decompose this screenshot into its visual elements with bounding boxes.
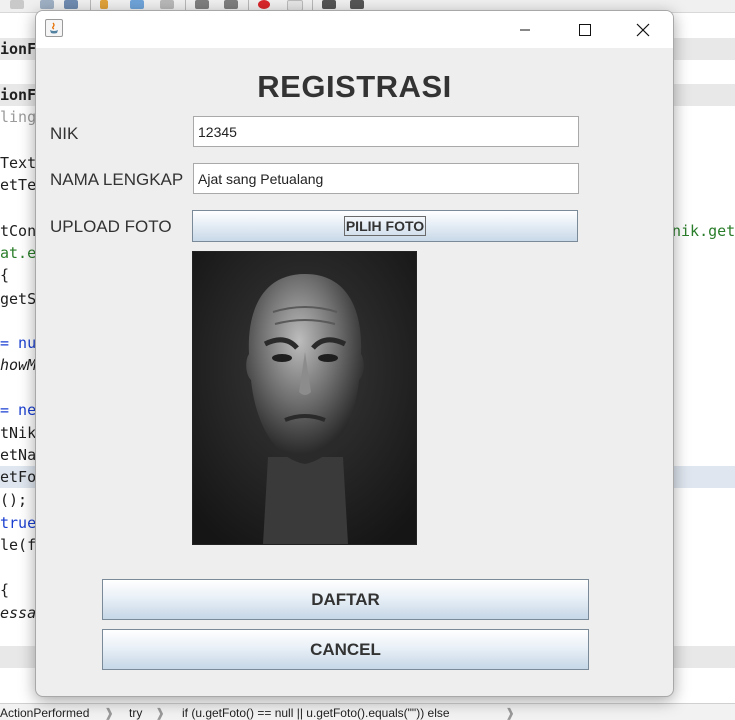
code-fragment: ling xyxy=(0,108,37,126)
page-title: REGISTRASI xyxy=(257,69,452,104)
nama-lengkap-label: NAMA LENGKAP xyxy=(50,170,184,189)
code-fragment: { xyxy=(0,266,10,284)
code-fragment: getS xyxy=(0,290,37,308)
code-fragment: (); xyxy=(0,491,28,509)
code-fragment: at.e xyxy=(0,244,37,262)
daftar-button[interactable]: DAFTAR xyxy=(102,579,589,620)
minimize-icon xyxy=(520,29,530,30)
toolbar-icon[interactable] xyxy=(40,0,54,9)
upload-foto-label: UPLOAD FOTO xyxy=(50,217,172,236)
cancel-button[interactable]: CANCEL xyxy=(102,629,589,670)
breadcrumb-bar: ActionPerformed ❱ try ❱ if (u.getFoto() … xyxy=(0,703,735,720)
registration-dialog: REGISTRASI NIK NAMA LENGKAP UPLOAD FOTO … xyxy=(35,10,674,697)
code-fragment: etFo xyxy=(0,468,37,486)
toolbar-icon[interactable] xyxy=(130,0,144,9)
code-fragment: etTe xyxy=(0,176,37,194)
photo-preview xyxy=(192,251,417,545)
code-fragment: = ne xyxy=(0,401,37,419)
breadcrumb-item[interactable]: if (u.getFoto() == null || u.getFoto().e… xyxy=(182,706,450,720)
toolbar-icon[interactable] xyxy=(224,0,238,9)
java-icon xyxy=(45,19,63,37)
bald-head-portrait xyxy=(193,252,416,544)
close-icon xyxy=(636,23,650,36)
title-bar[interactable] xyxy=(36,11,673,48)
code-fragment: ionF xyxy=(0,86,37,104)
code-fragment: = nu xyxy=(0,334,37,352)
toolbar-icon[interactable] xyxy=(64,0,78,9)
nama-lengkap-field[interactable] xyxy=(193,163,579,194)
pilih-foto-label: PILIH FOTO xyxy=(343,216,427,236)
code-fragment: { xyxy=(0,581,10,599)
code-fragment: nik.get xyxy=(672,222,735,240)
code-fragment: etNa xyxy=(0,446,37,464)
toolbar-icon[interactable] xyxy=(195,0,209,9)
chevron-right-icon: ❱ xyxy=(104,706,115,720)
chevron-right-icon: ❱ xyxy=(155,706,166,720)
toolbar-icon[interactable] xyxy=(160,0,174,9)
breadcrumb-item[interactable]: ActionPerformed xyxy=(0,706,89,720)
toolbar-icon[interactable] xyxy=(322,0,336,9)
toolbar-icon[interactable] xyxy=(350,0,364,9)
record-icon[interactable] xyxy=(258,0,270,9)
maximize-icon xyxy=(579,23,591,36)
maximize-button[interactable] xyxy=(562,11,608,48)
code-fragment: le(f xyxy=(0,536,37,554)
chevron-right-icon: ❱ xyxy=(505,706,516,720)
code-fragment: Text xyxy=(0,154,37,172)
code-fragment: ionF xyxy=(0,40,37,58)
nik-label: NIK xyxy=(50,124,79,143)
code-fragment: essa xyxy=(0,604,37,622)
nik-field[interactable] xyxy=(193,116,579,147)
pilih-foto-button[interactable]: PILIH FOTO xyxy=(192,210,578,242)
minimize-button[interactable] xyxy=(502,11,548,48)
close-button[interactable] xyxy=(620,11,666,48)
toolbar-icon[interactable] xyxy=(10,0,24,9)
toolbar-icon[interactable] xyxy=(100,0,108,9)
code-fragment: howM xyxy=(0,356,37,374)
code-fragment: tCon xyxy=(0,222,37,240)
code-fragment: true xyxy=(0,514,37,532)
breadcrumb-item[interactable]: try xyxy=(129,706,142,720)
code-fragment: tNik xyxy=(0,424,37,442)
